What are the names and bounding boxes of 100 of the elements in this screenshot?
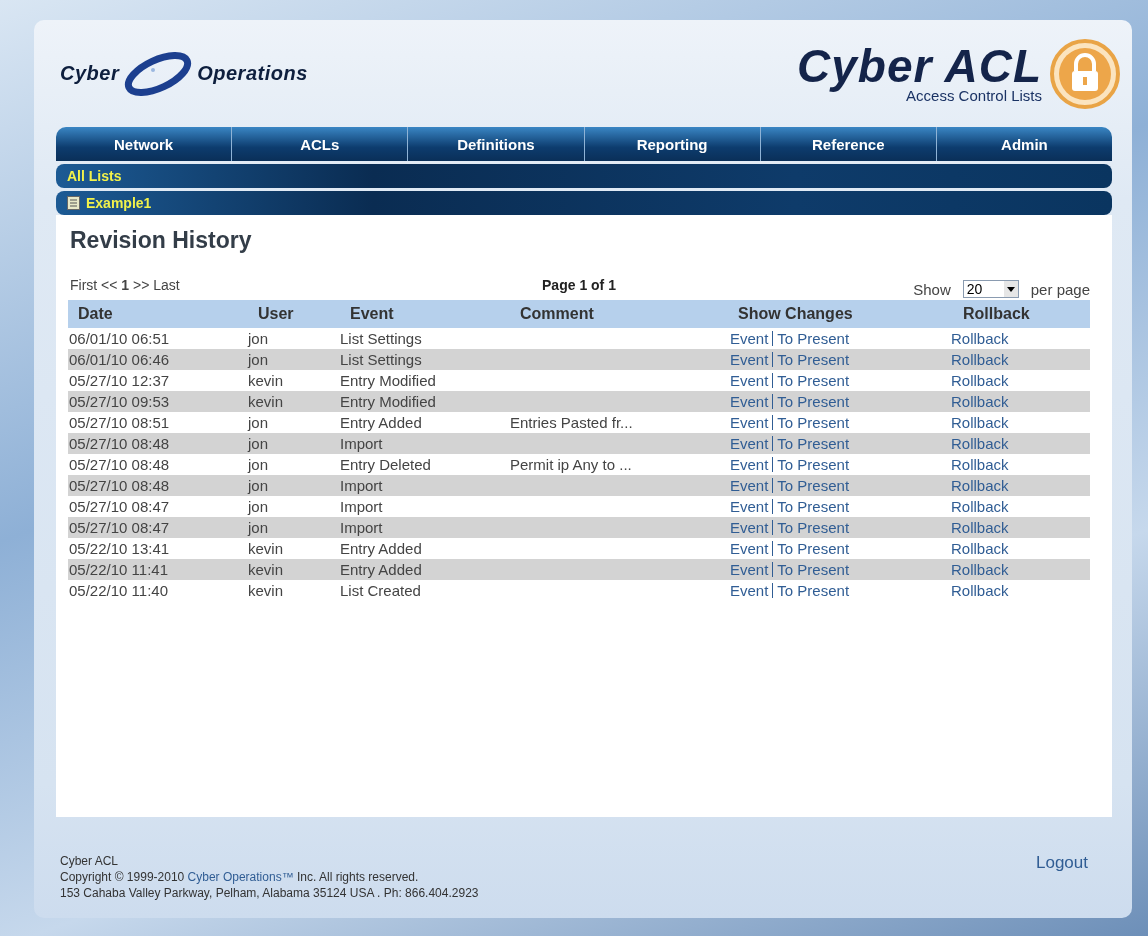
nav-tab[interactable]: Admin bbox=[935, 127, 1113, 161]
table-cell-text: 05/27/10 08:48 bbox=[68, 477, 171, 494]
rollback-link[interactable]: Rollback bbox=[951, 561, 1009, 578]
to-present-link[interactable]: To Present bbox=[777, 435, 850, 452]
table-cell-text: 05/22/10 13:41 bbox=[68, 540, 171, 557]
table-cell-text: kevin bbox=[248, 582, 285, 599]
to-present-link[interactable]: To Present bbox=[777, 519, 850, 536]
event-link[interactable]: Event bbox=[730, 519, 769, 536]
table-cell-text: Entry Added bbox=[340, 540, 423, 557]
company-logo: Cyber Operations bbox=[60, 45, 308, 102]
rollback-link[interactable]: Rollback bbox=[951, 582, 1009, 599]
table-cell-text: Entry Modified bbox=[340, 393, 437, 410]
table-cell-text: Import bbox=[340, 477, 384, 494]
per-page-dropdown[interactable]: 20 bbox=[962, 280, 1019, 298]
company-link[interactable]: Cyber Operations™ bbox=[187, 870, 294, 884]
column-header: Comment bbox=[519, 305, 595, 323]
event-link[interactable]: Event bbox=[730, 393, 769, 410]
rollback-link[interactable]: Rollback bbox=[951, 519, 1009, 536]
table-cell-text: jon bbox=[248, 498, 270, 515]
table-cell-text: jon bbox=[248, 519, 270, 536]
table-cell-text: 05/27/10 08:47 bbox=[68, 498, 171, 515]
column-header: User bbox=[257, 305, 295, 323]
to-present-link[interactable]: To Present bbox=[777, 372, 850, 389]
show-label: Show bbox=[913, 280, 951, 298]
rollback-link[interactable]: Rollback bbox=[951, 372, 1009, 389]
page-indicator: Page 1 of 1 bbox=[542, 277, 616, 293]
to-present-link[interactable]: To Present bbox=[777, 330, 850, 347]
rollback-link[interactable]: Rollback bbox=[951, 393, 1009, 410]
table-cell-text: kevin bbox=[248, 540, 285, 557]
pager-links[interactable]: First << 1 >> Last bbox=[68, 277, 543, 293]
table-cell-text: 05/27/10 12:37 bbox=[68, 372, 171, 389]
table-cell-text: kevin bbox=[248, 372, 285, 389]
event-link[interactable]: Event bbox=[730, 414, 769, 431]
table-cell-text: Entry Deleted bbox=[340, 456, 432, 473]
table-cell-text: Entry Modified bbox=[340, 372, 437, 389]
table-cell-text: kevin bbox=[248, 561, 285, 578]
table-cell-text: kevin bbox=[248, 393, 285, 410]
to-present-link[interactable]: To Present bbox=[777, 351, 850, 368]
nav-tab[interactable]: Network bbox=[56, 127, 232, 161]
breadcrumb-link[interactable]: All Lists bbox=[67, 168, 122, 184]
column-header: Date bbox=[77, 305, 114, 323]
table-cell-text: jon bbox=[248, 351, 270, 368]
column-header: Show Changes bbox=[737, 305, 854, 323]
to-present-link[interactable]: To Present bbox=[777, 477, 850, 494]
event-link[interactable]: Event bbox=[730, 498, 769, 515]
table-cell-text: Entry Added bbox=[340, 561, 423, 578]
event-link[interactable]: Event bbox=[730, 372, 769, 389]
rollback-link[interactable]: Rollback bbox=[951, 351, 1009, 368]
table-cell-text: 05/27/10 08:51 bbox=[68, 414, 171, 431]
logout-link[interactable]: Logout bbox=[1036, 853, 1088, 918]
column-header: Event bbox=[349, 305, 395, 323]
event-link[interactable]: Event bbox=[730, 435, 769, 452]
table-cell-text: jon bbox=[248, 477, 270, 494]
table-cell-text: jon bbox=[248, 330, 270, 347]
to-present-link[interactable]: To Present bbox=[777, 456, 850, 473]
to-present-link[interactable]: To Present bbox=[777, 582, 850, 599]
document-icon bbox=[67, 196, 80, 210]
rollback-link[interactable]: Rollback bbox=[951, 456, 1009, 473]
table-cell-text: List Created bbox=[340, 582, 422, 599]
table-cell-text: 05/22/10 11:40 bbox=[68, 582, 169, 599]
table-cell-text: List Settings bbox=[340, 330, 423, 347]
table-cell-text: jon bbox=[248, 456, 270, 473]
copyright-text: Copyright © 1999-2010 Cyber Operations™ Inc. All rights reserved. bbox=[60, 869, 420, 885]
to-present-link[interactable]: To Present bbox=[777, 498, 850, 515]
rollback-link[interactable]: Rollback bbox=[951, 435, 1009, 452]
table-cell-text: Import bbox=[340, 435, 384, 452]
to-present-link[interactable]: To Present bbox=[777, 561, 850, 578]
event-link[interactable]: Event bbox=[730, 351, 769, 368]
rollback-link[interactable]: Rollback bbox=[951, 498, 1009, 515]
rollback-link[interactable]: Rollback bbox=[951, 330, 1009, 347]
rollback-link[interactable]: Rollback bbox=[951, 540, 1009, 557]
list-name-link[interactable]: Example1 bbox=[86, 195, 152, 211]
footer-address: 153 Cahaba Valley Parkway, Pelham, Alabama 35124 USA . Ph: 866.404.2923 bbox=[60, 885, 479, 901]
table-cell-text: 05/22/10 11:41 bbox=[68, 561, 169, 578]
event-link[interactable]: Event bbox=[730, 582, 769, 599]
nav-tab[interactable]: Reference bbox=[759, 127, 936, 161]
table-cell-text: 05/27/10 08:48 bbox=[68, 435, 171, 452]
table-cell-text: Entry Added bbox=[340, 414, 423, 431]
table-cell: Entries Pasted fr... bbox=[510, 414, 633, 431]
nav-tab[interactable]: Reporting bbox=[583, 127, 760, 161]
nav-tab[interactable]: Definitions bbox=[407, 127, 584, 161]
footer-product: Cyber ACL bbox=[60, 853, 120, 869]
table-cell-text: 06/01/10 06:46 bbox=[68, 351, 171, 368]
table-cell-text: 06/01/10 06:51 bbox=[68, 330, 171, 347]
rollback-link[interactable]: Rollback bbox=[951, 477, 1009, 494]
rollback-link[interactable]: Rollback bbox=[951, 414, 1009, 431]
event-link[interactable]: Event bbox=[730, 477, 769, 494]
to-present-link[interactable]: To Present bbox=[777, 414, 850, 431]
table-cell-text: 05/27/10 08:47 bbox=[68, 519, 171, 536]
padlock-icon bbox=[1050, 38, 1120, 109]
event-link[interactable]: Event bbox=[730, 561, 769, 578]
per-page-label: per page bbox=[1030, 280, 1090, 298]
to-present-link[interactable]: To Present bbox=[777, 393, 850, 410]
page-title: Revision History bbox=[70, 227, 253, 254]
table-cell-text: List Settings bbox=[340, 351, 423, 368]
to-present-link[interactable]: To Present bbox=[777, 540, 850, 557]
event-link[interactable]: Event bbox=[730, 330, 769, 347]
event-link[interactable]: Event bbox=[730, 456, 769, 473]
nav-tab[interactable]: ACLs bbox=[231, 127, 408, 161]
event-link[interactable]: Event bbox=[730, 540, 769, 557]
